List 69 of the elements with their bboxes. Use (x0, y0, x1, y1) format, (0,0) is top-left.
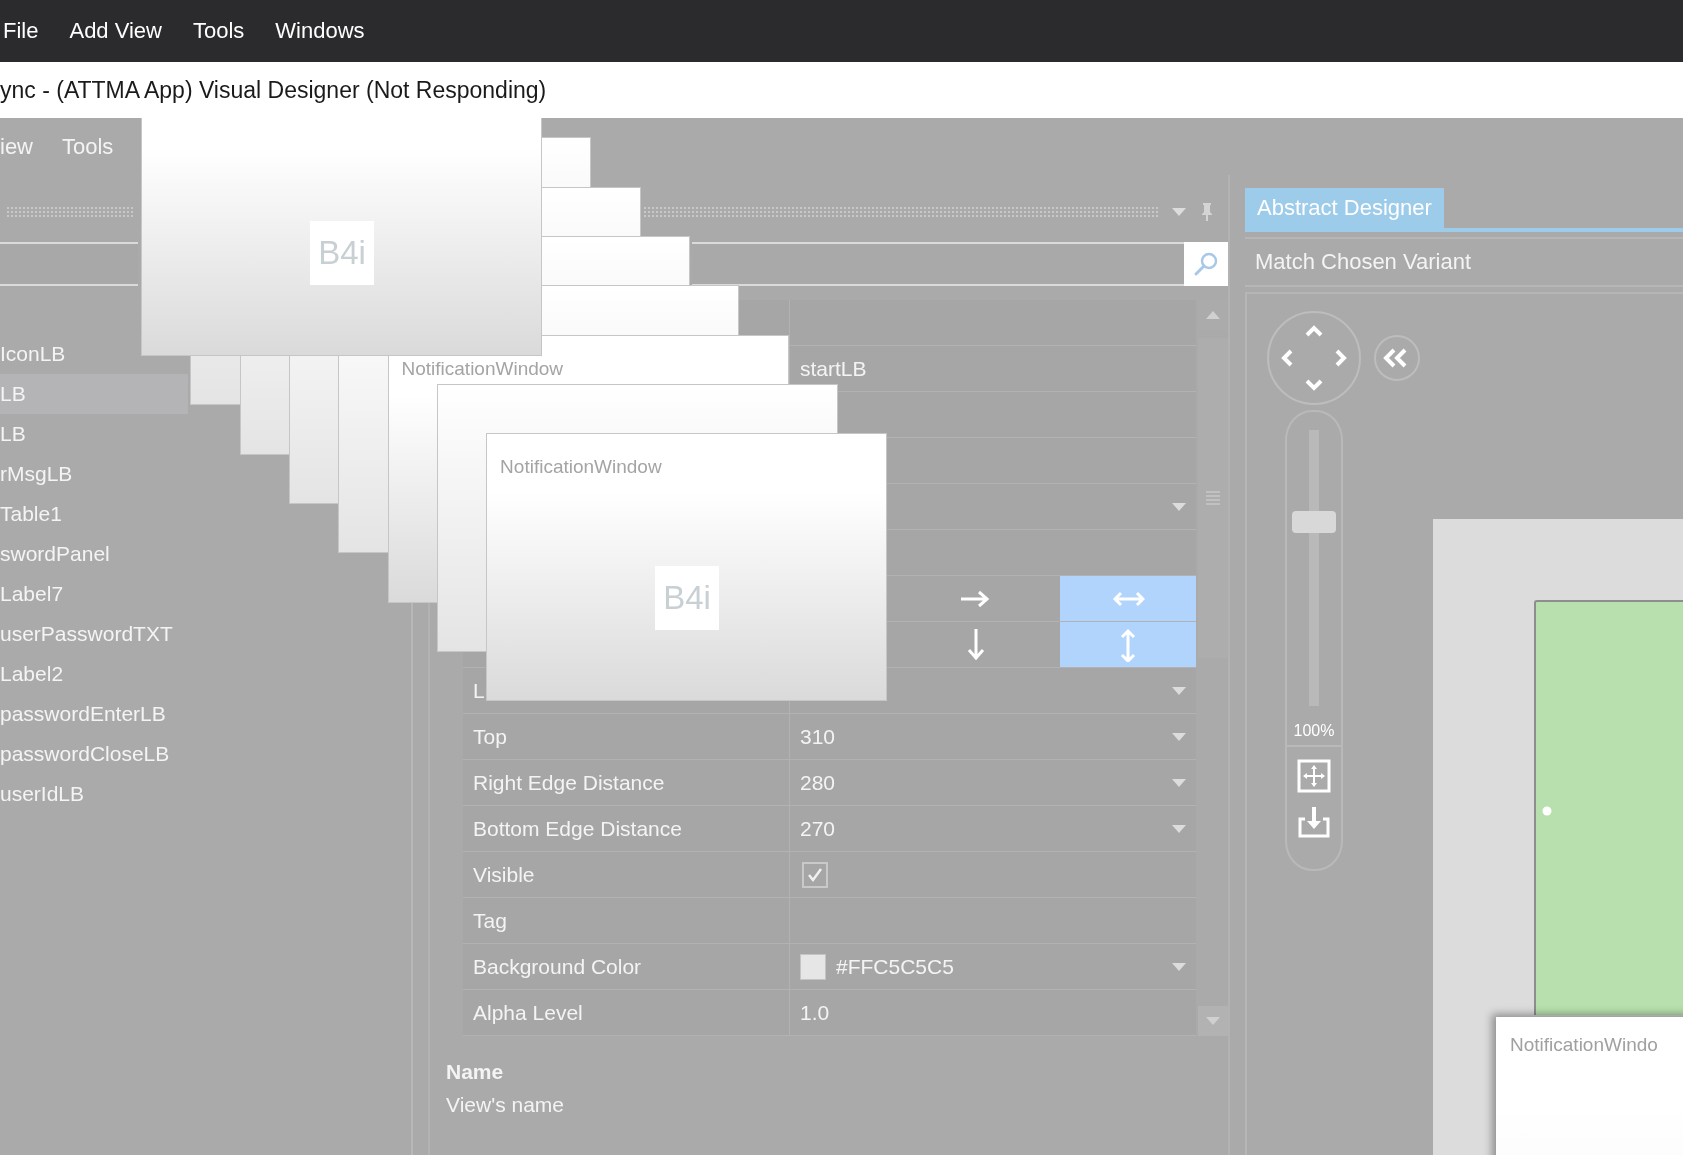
property-name: Right Edge Distance (473, 770, 665, 795)
tree-item[interactable]: Table1 (0, 494, 62, 534)
search-field[interactable] (692, 242, 1184, 286)
dropdown-arrow-icon[interactable] (1172, 686, 1186, 695)
property-name: Top (473, 724, 507, 749)
description-title: Name (446, 1060, 505, 1084)
window-title: NotificationWindo (1509, 1033, 1659, 1057)
up-triangle-icon (1206, 311, 1220, 319)
filter-field[interactable] (0, 242, 138, 286)
tree-item[interactable]: swordPanel (0, 534, 110, 574)
direction-pad-icon[interactable] (1266, 310, 1362, 406)
down-triangle-icon (1206, 1017, 1220, 1025)
window-title: ync - (ATTMA App) Visual Designer (Not Responding) (0, 76, 547, 104)
zoom-reading: 100% (1293, 722, 1335, 739)
menu-item[interactable]: Tools (193, 18, 245, 44)
panel-view[interactable] (1534, 600, 1683, 1015)
tab[interactable]: Abstract Designer (1245, 188, 1444, 228)
tree-item[interactable]: Label7 (0, 574, 64, 614)
window-title: NotificationWindow (400, 356, 565, 380)
property-value[interactable]: 310 (800, 724, 836, 749)
download-tray-icon[interactable] (1297, 805, 1331, 839)
menu-item[interactable]: Windows (275, 18, 365, 44)
menu-item[interactable]: File (3, 18, 39, 44)
property-value[interactable]: #FFC5C5C5 (836, 954, 954, 979)
slider-thumb[interactable] (1292, 511, 1336, 534)
dropdown-arrow-icon[interactable] (1172, 962, 1186, 971)
description-text: View's name (446, 1093, 565, 1117)
pin-icon[interactable] (1200, 201, 1214, 222)
move-icon[interactable] (1297, 759, 1331, 793)
property-name: Visible (473, 862, 535, 887)
tree-item[interactable]: Label2 (0, 654, 64, 694)
menu-item[interactable]: iew (0, 133, 33, 160)
search-icon (1193, 251, 1219, 277)
tree-item[interactable]: LB (0, 374, 188, 414)
property-name: Alpha Level (473, 1000, 583, 1025)
color-swatch[interactable] (800, 953, 826, 980)
menu-item[interactable]: Add View (69, 18, 162, 44)
anchor-option[interactable] (1060, 622, 1196, 667)
property-value[interactable]: 280 (800, 770, 836, 795)
variant-label[interactable]: Match Chosen Variant (1255, 249, 1472, 275)
property-value[interactable]: startLB (800, 356, 867, 381)
property-name: L (473, 678, 485, 703)
anchor-option[interactable] (1060, 576, 1196, 621)
property-name: Tag (473, 908, 507, 933)
tree-item[interactable]: userPasswordTXT (0, 614, 173, 654)
property-value[interactable]: 270 (800, 816, 836, 841)
double-chevron-button[interactable] (1374, 335, 1420, 381)
property-name: Bottom Edge Distance (473, 816, 682, 841)
search-button[interactable] (1184, 242, 1228, 286)
tree-item[interactable]: rMsgLB (0, 454, 73, 494)
scroll-down-button[interactable] (1198, 1006, 1228, 1036)
dropdown-arrow-icon[interactable] (1172, 732, 1186, 741)
drag-grip[interactable] (643, 205, 1158, 218)
property-name: Background Color (473, 954, 642, 979)
checkbox[interactable] (802, 861, 828, 888)
check-icon (807, 866, 823, 883)
tree-item[interactable]: passwordEnterLB (0, 694, 166, 734)
dropdown-arrow-icon[interactable] (1172, 824, 1186, 833)
dropdown-arrow-icon[interactable] (1172, 207, 1186, 216)
handle-dot[interactable] (1542, 806, 1552, 816)
tree-item[interactable]: LB (0, 414, 26, 454)
menu-item[interactable]: Tools (62, 133, 114, 160)
window-title: NotificationWindow (499, 455, 663, 479)
tree-item[interactable]: passwordCloseLB (0, 734, 170, 774)
tree-item[interactable]: IconLB (0, 334, 66, 374)
dropdown-arrow-icon[interactable] (1172, 778, 1186, 787)
dropdown-arrow-icon[interactable] (1172, 502, 1186, 511)
property-value[interactable]: 1.0 (800, 1000, 830, 1025)
tree-item[interactable]: userIdLB (0, 774, 85, 814)
